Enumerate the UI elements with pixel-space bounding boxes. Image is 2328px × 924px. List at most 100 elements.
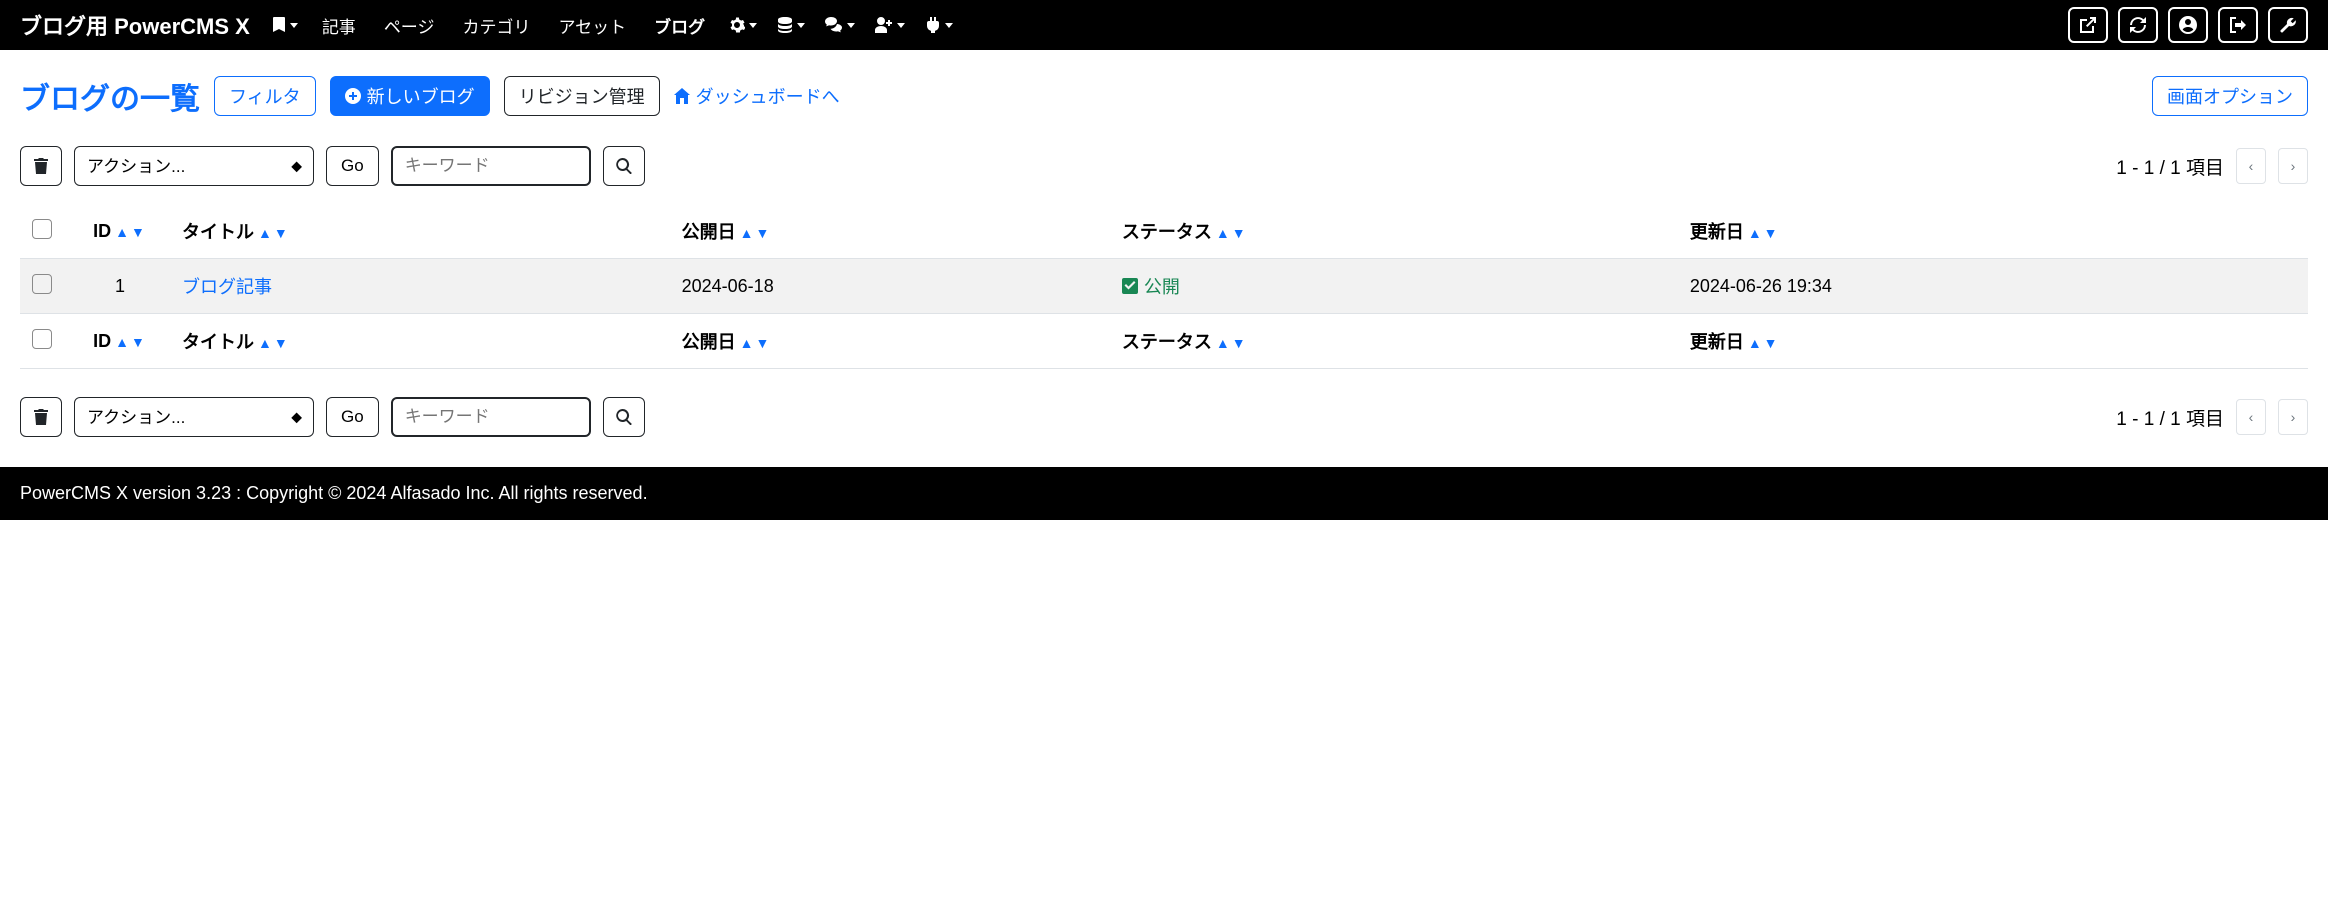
search-input[interactable] — [391, 146, 591, 186]
refresh-icon — [2130, 17, 2146, 33]
footer: PowerCMS X version 3.23 : Copyright © 20… — [0, 467, 2328, 520]
chat-icon — [825, 17, 843, 33]
external-link-icon — [2080, 17, 2096, 33]
header-published[interactable]: 公開日▲▼ — [670, 204, 1110, 259]
logout-button[interactable] — [2218, 7, 2258, 43]
prev-page-button[interactable]: ‹ — [2236, 148, 2266, 184]
trash-icon — [34, 158, 48, 174]
search-input-bottom[interactable] — [391, 397, 591, 437]
home-icon — [674, 88, 690, 104]
footer-published[interactable]: 公開日▲▼ — [670, 314, 1110, 369]
footer-id[interactable]: ID▲▼ — [70, 314, 170, 369]
navbar-right — [2068, 7, 2308, 43]
table-footer-row: ID▲▼ タイトル▲▼ 公開日▲▼ ステータス▲▼ 更新日▲▼ — [20, 314, 2308, 369]
top-navbar: ブログ用 PowerCMS X 記事 ページ カテゴリ アセット ブログ — [0, 0, 2328, 50]
row-checkbox-cell — [20, 259, 70, 314]
status-published: 公開 — [1122, 273, 1180, 299]
nav-categories[interactable]: カテゴリ — [452, 7, 540, 44]
row-updated: 2024-06-26 19:34 — [1678, 259, 2308, 314]
action-select-wrap: アクション... ◆ — [74, 146, 314, 186]
nav-assets[interactable]: アセット — [548, 7, 636, 44]
check-square-icon — [1122, 278, 1138, 294]
footer-status[interactable]: ステータス▲▼ — [1110, 314, 1678, 369]
caret-down-icon — [749, 23, 757, 28]
page-title: ブログの一覧 — [20, 74, 200, 118]
table-row: 1 ブログ記事 2024-06-18 公開 2024-06-26 19:34 — [20, 259, 2308, 314]
refresh-button[interactable] — [2118, 7, 2158, 43]
filter-button[interactable]: フィルタ — [214, 76, 316, 116]
header-updated[interactable]: 更新日▲▼ — [1678, 204, 2308, 259]
new-blog-label: 新しいブログ — [367, 83, 475, 109]
caret-down-icon — [847, 23, 855, 28]
bookmark-menu[interactable] — [266, 13, 304, 37]
row-published: 2024-06-18 — [670, 259, 1110, 314]
pagination-text-bottom: 1 - 1 / 1 項目 — [2116, 404, 2224, 431]
tools-button[interactable] — [2268, 7, 2308, 43]
sort-arrows-icon: ▲▼ — [1748, 225, 1780, 241]
header-status[interactable]: ステータス▲▼ — [1110, 204, 1678, 259]
action-select-wrap-bottom: アクション... ◆ — [74, 397, 314, 437]
plug-icon — [925, 17, 941, 33]
dashboard-link[interactable]: ダッシュボードへ — [674, 83, 840, 109]
go-button-bottom[interactable]: Go — [326, 397, 379, 437]
footer-text: PowerCMS X version 3.23 : Copyright © 20… — [20, 483, 648, 503]
pagination-text: 1 - 1 / 1 項目 — [2116, 153, 2224, 180]
footer-title[interactable]: タイトル▲▼ — [170, 314, 670, 369]
trash-button-bottom[interactable] — [20, 397, 62, 437]
screen-options-button[interactable]: 画面オプション — [2152, 76, 2308, 116]
wrench-icon — [2280, 17, 2296, 33]
user-plus-icon — [875, 17, 893, 33]
nav-blog[interactable]: ブログ — [644, 7, 715, 44]
action-select-bottom[interactable]: アクション... — [74, 397, 314, 437]
external-link-button[interactable] — [2068, 7, 2108, 43]
brand-title: ブログ用 PowerCMS X — [20, 9, 250, 41]
caret-down-icon — [797, 23, 805, 28]
select-all-checkbox-bottom[interactable] — [32, 329, 52, 349]
main-content: ブログの一覧 フィルタ 新しいブログ リビジョン管理 ダッシュボードへ 画面オプ… — [0, 50, 2328, 467]
trash-icon — [34, 409, 48, 425]
caret-down-icon — [290, 23, 298, 28]
dashboard-link-label: ダッシュボードへ — [696, 83, 840, 109]
header-title[interactable]: タイトル▲▼ — [170, 204, 670, 259]
settings-menu[interactable] — [723, 13, 763, 37]
database-icon — [777, 17, 793, 33]
page-header: ブログの一覧 フィルタ 新しいブログ リビジョン管理 ダッシュボードへ 画面オプ… — [20, 74, 2308, 118]
action-select[interactable]: アクション... — [74, 146, 314, 186]
database-menu[interactable] — [771, 13, 811, 37]
next-page-button[interactable]: › — [2278, 148, 2308, 184]
table-container: ID▲▼ タイトル▲▼ 公開日▲▼ ステータス▲▼ 更新日▲▼ 1 ブログ記事 … — [20, 204, 2308, 369]
go-button[interactable]: Go — [326, 146, 379, 186]
select-all-checkbox[interactable] — [32, 219, 52, 239]
sort-arrows-icon: ▲▼ — [115, 334, 147, 350]
user-button[interactable] — [2168, 7, 2208, 43]
footer-updated[interactable]: 更新日▲▼ — [1678, 314, 2308, 369]
table-header-row: ID▲▼ タイトル▲▼ 公開日▲▼ ステータス▲▼ 更新日▲▼ — [20, 204, 2308, 259]
revision-button[interactable]: リビジョン管理 — [504, 76, 660, 116]
toolbar-top: アクション... ◆ Go 1 - 1 / 1 項目 ‹ › — [20, 146, 2308, 186]
new-blog-button[interactable]: 新しいブログ — [330, 76, 490, 116]
row-id: 1 — [70, 259, 170, 314]
search-icon — [616, 409, 632, 425]
row-checkbox[interactable] — [32, 274, 52, 294]
sort-arrows-icon: ▲▼ — [115, 224, 147, 240]
gear-icon — [729, 17, 745, 33]
next-page-button-bottom[interactable]: › — [2278, 399, 2308, 435]
search-button[interactable] — [603, 146, 645, 186]
nav-pages[interactable]: ページ — [374, 7, 445, 44]
navbar-left: ブログ用 PowerCMS X 記事 ページ カテゴリ アセット ブログ — [20, 7, 959, 44]
page-head-right: 画面オプション — [2152, 76, 2308, 116]
row-title-cell: ブログ記事 — [170, 259, 670, 314]
header-id[interactable]: ID▲▼ — [70, 204, 170, 259]
row-title-link[interactable]: ブログ記事 — [182, 277, 272, 297]
trash-button[interactable] — [20, 146, 62, 186]
user-add-menu[interactable] — [869, 13, 911, 37]
sort-arrows-icon: ▲▼ — [258, 335, 290, 351]
chat-menu[interactable] — [819, 13, 861, 37]
search-button-bottom[interactable] — [603, 397, 645, 437]
plugin-menu[interactable] — [919, 13, 959, 37]
toolbar-bottom: アクション... ◆ Go 1 - 1 / 1 項目 ‹ › — [20, 397, 2308, 437]
nav-articles[interactable]: 記事 — [312, 7, 366, 44]
prev-page-button-bottom[interactable]: ‹ — [2236, 399, 2266, 435]
status-label: 公開 — [1144, 273, 1180, 299]
sort-arrows-icon: ▲▼ — [1748, 335, 1780, 351]
